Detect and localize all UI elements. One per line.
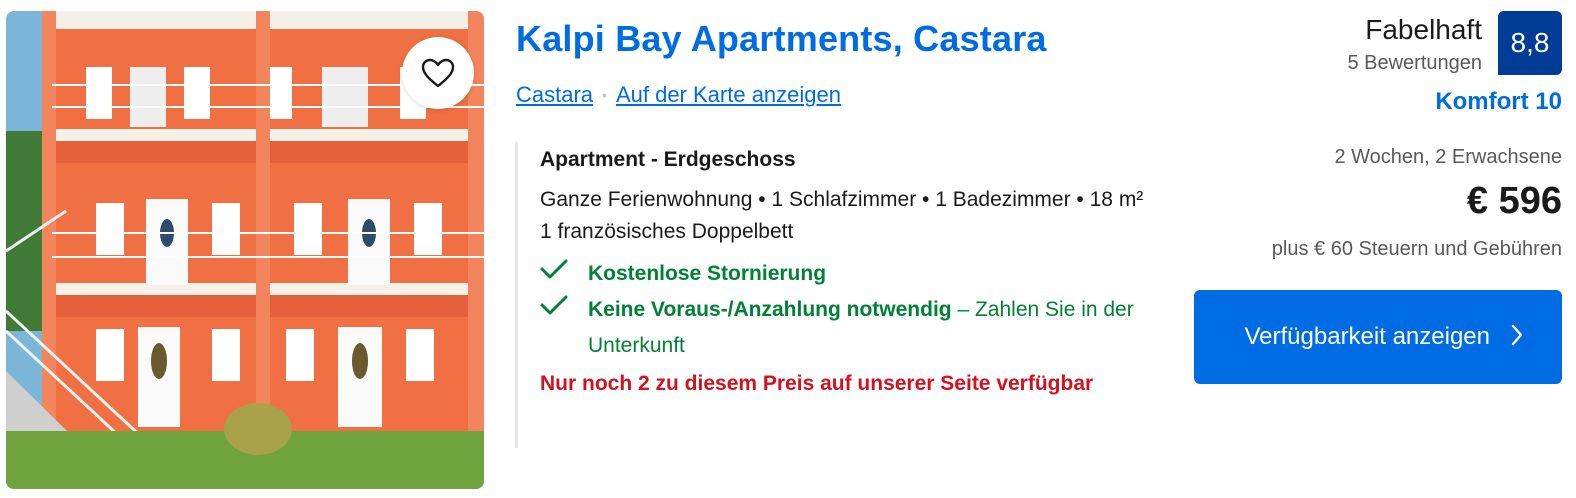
cta-label: Verfügbarkeit anzeigen [1244,323,1490,350]
unit-details: Apartment - Erdgeschoss Ganze Ferienwohn… [515,142,1175,448]
heart-icon [421,58,455,88]
taxes-note: plus € 60 Steuern und Gebühren [1271,238,1562,260]
check-icon [540,256,588,285]
check-icon [540,292,588,321]
check-availability-button[interactable]: Verfügbarkeit anzeigen [1194,290,1562,384]
property-photo[interactable] [6,11,484,489]
total-price: € 596 [1466,180,1562,222]
location-row: Castara • Auf der Karte anzeigen [516,82,841,108]
perk-title: Kostenlose Stornierung [588,262,827,285]
perk-free-cancellation: Kostenlose Stornierung [540,256,1175,292]
review-label: Fabelhaft [1365,14,1482,45]
chevron-right-icon [1510,323,1524,352]
unit-description: Ganze Ferienwohnung • 1 Schlafzimmer • 1… [540,188,1144,211]
review-count[interactable]: 5 Bewertungen [1347,52,1482,75]
comfort-score: Komfort 10 [1435,88,1562,115]
favorite-button[interactable] [402,37,474,109]
property-title[interactable]: Kalpi Bay Apartments, Castara [516,18,1047,60]
separator-dot: • [602,87,607,103]
perk-title: Keine Voraus-/Anzahlung notwendig [588,298,952,321]
show-on-map-link[interactable]: Auf der Karte anzeigen [616,82,841,108]
bed-info: 1 französisches Doppelbett [540,220,794,243]
stay-summary: 2 Wochen, 2 Erwachsene [1334,146,1562,168]
location-link[interactable]: Castara [516,82,593,108]
scarcity-message: Nur noch 2 zu diesem Preis auf unserer S… [540,372,1094,395]
unit-name: Apartment - Erdgeschoss [540,148,796,171]
review-score-badge[interactable]: 8,8 [1498,11,1562,75]
perk-no-prepayment: Keine Voraus-/Anzahlung notwendig – Zahl… [540,292,1175,364]
